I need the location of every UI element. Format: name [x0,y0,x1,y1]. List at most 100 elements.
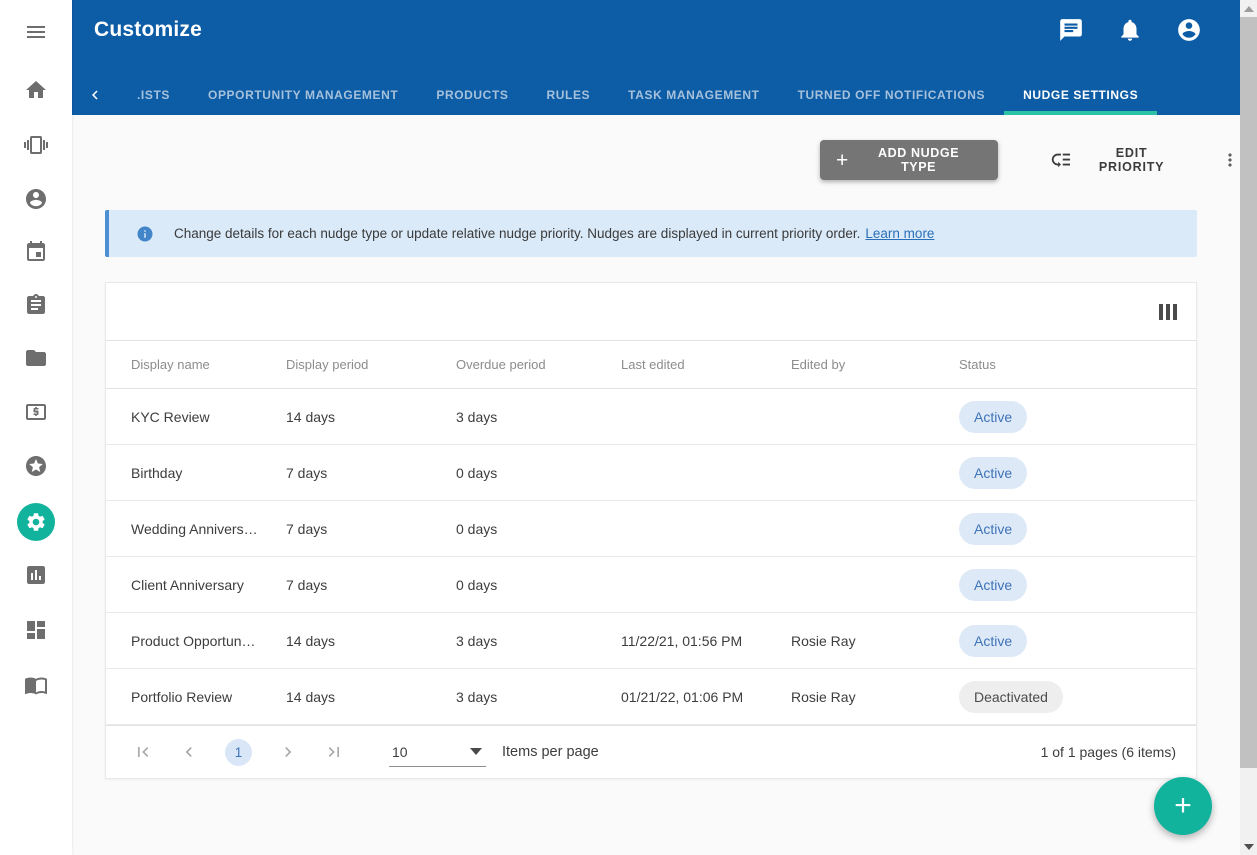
cell-edited-by: Rosie Ray [791,633,959,649]
add-nudge-type-label: ADD NUDGE TYPE [859,146,978,174]
sidebar-item-clipboard[interactable] [24,293,48,317]
cell-overdue-period: 0 days [456,577,621,593]
table-body: KYC Review14 days3 daysActiveBirthday7 d… [106,389,1196,725]
last-page-icon [324,742,344,762]
bell-button[interactable] [1117,17,1143,43]
table-row[interactable]: Product Opportun…14 days3 days11/22/21, … [106,613,1196,669]
cell-display-period: 14 days [286,689,456,705]
cell-display-period: 7 days [286,465,456,481]
sidebar-item-menu[interactable] [24,20,48,44]
cell-display-period: 14 days [286,409,456,425]
tab-nudge-settings[interactable]: NUDGE SETTINGS [1004,74,1157,115]
cell-overdue-period: 0 days [456,465,621,481]
learn-more-link[interactable]: Learn more [865,226,934,241]
left-sidebar [0,0,72,855]
column-header: Status [959,357,1196,372]
sidebar-item-settings-gear[interactable] [17,503,55,541]
previous-page-button[interactable] [179,742,199,762]
account-circle-button[interactable] [1176,17,1202,43]
column-header: Last edited [621,357,791,372]
status-badge: Active [959,569,1027,601]
tab-turned-off-notifications[interactable]: TURNED OFF NOTIFICATIONS [779,74,1005,115]
add-fab-button[interactable]: + [1154,777,1212,835]
tab-products[interactable]: PRODUCTS [417,74,527,115]
table-row[interactable]: Client Anniversary7 days0 daysActive [106,557,1196,613]
column-chooser-button[interactable] [1157,302,1179,322]
first-page-button[interactable] [133,742,153,762]
table-row[interactable]: Birthday7 days0 daysActive [106,445,1196,501]
column-header: Overdue period [456,357,621,372]
app-header: Customize .ISTSOPPORTUNITY MANAGEMENTPRO… [72,0,1240,115]
person-icon [24,187,48,211]
sidebar-item-calendar[interactable] [24,240,48,264]
first-page-icon [133,742,153,762]
pagination-bar: 1 10 Items per page 1 of 1 pages (6 item… [106,725,1196,778]
vibration-icon [24,133,48,157]
settings-gear-icon [25,511,47,533]
cell-edited-by: Rosie Ray [791,689,959,705]
plus-icon: + [836,150,849,171]
tab-ists[interactable]: .ISTS [118,74,189,115]
sidebar-item-person[interactable] [24,187,48,211]
next-page-button[interactable] [278,742,298,762]
cell-overdue-period: 3 days [456,633,621,649]
tab-bar: .ISTSOPPORTUNITY MANAGEMENTPRODUCTSRULES… [72,74,1240,115]
sidebar-item-dashboard[interactable] [24,618,48,642]
chat-button[interactable] [1058,17,1084,43]
page-number-button[interactable]: 1 [225,739,252,766]
info-banner: Change details for each nudge type or up… [105,210,1197,257]
cell-overdue-period: 3 days [456,689,621,705]
scrollbar-thumb[interactable] [1240,17,1257,768]
bell-icon [1117,17,1143,43]
scroll-up-arrow-icon[interactable] [1240,0,1257,17]
add-nudge-type-button[interactable]: + ADD NUDGE TYPE [820,140,998,180]
sidebar-item-vibration[interactable] [24,133,48,157]
clipboard-icon [24,293,48,317]
sidebar-item-star-circle[interactable] [24,454,48,478]
cell-status: Active [959,513,1196,545]
sidebar-item-money[interactable] [24,400,48,424]
sidebar-item-folder[interactable] [24,346,48,370]
table-row[interactable]: Wedding Annivers…7 days0 daysActive [106,501,1196,557]
column-chooser-icon [1159,304,1163,320]
edit-priority-label: EDIT PRIORITY [1081,146,1182,174]
cell-display-period: 14 days [286,633,456,649]
items-per-page-select[interactable]: 10 [389,737,486,767]
content-area: + ADD NUDGE TYPE EDIT PRIORITY Change de… [72,115,1240,855]
cell-display-name: Product Opportun… [131,633,286,649]
sidebar-item-bar-chart[interactable] [24,563,48,587]
status-badge: Active [959,513,1027,545]
page-title: Customize [94,18,202,42]
cell-overdue-period: 3 days [456,409,621,425]
table-row[interactable]: KYC Review14 days3 daysActive [106,389,1196,445]
chevron-left-icon [179,742,199,762]
table-row[interactable]: Portfolio Review14 days3 days01/21/22, 0… [106,669,1196,725]
scroll-down-arrow-icon[interactable] [1240,838,1257,855]
edit-priority-button[interactable]: EDIT PRIORITY [1050,146,1182,174]
tab-task-management[interactable]: TASK MANAGEMENT [609,74,778,115]
tab-rules[interactable]: RULES [527,74,609,115]
column-header: Display period [286,357,456,372]
tabs-scroll-back-button[interactable] [72,74,118,115]
nudge-table-card: Display nameDisplay periodOverdue period… [105,282,1197,779]
dropdown-arrow-icon [470,748,482,755]
chevron-left-icon [86,86,104,104]
sidebar-item-home[interactable] [24,78,48,102]
items-per-page-label: Items per page [502,744,599,760]
column-header: Display name [131,357,286,372]
cell-status: Active [959,569,1196,601]
banner-text: Change details for each nudge type or up… [174,226,860,241]
chat-icon [1058,17,1084,43]
last-page-button[interactable] [324,742,344,762]
tab-opportunity-management[interactable]: OPPORTUNITY MANAGEMENT [189,74,417,115]
vertical-scrollbar[interactable] [1240,0,1257,855]
page-actions: + ADD NUDGE TYPE EDIT PRIORITY [820,140,1240,180]
info-icon [136,225,154,243]
column-header: Edited by [791,357,959,372]
sidebar-item-book[interactable] [24,673,48,697]
more-options-button[interactable] [1220,149,1240,171]
kebab-menu-icon [1220,150,1240,170]
money-icon [24,400,48,424]
items-per-page-value: 10 [392,744,408,760]
cell-display-name: Wedding Annivers… [131,521,286,537]
